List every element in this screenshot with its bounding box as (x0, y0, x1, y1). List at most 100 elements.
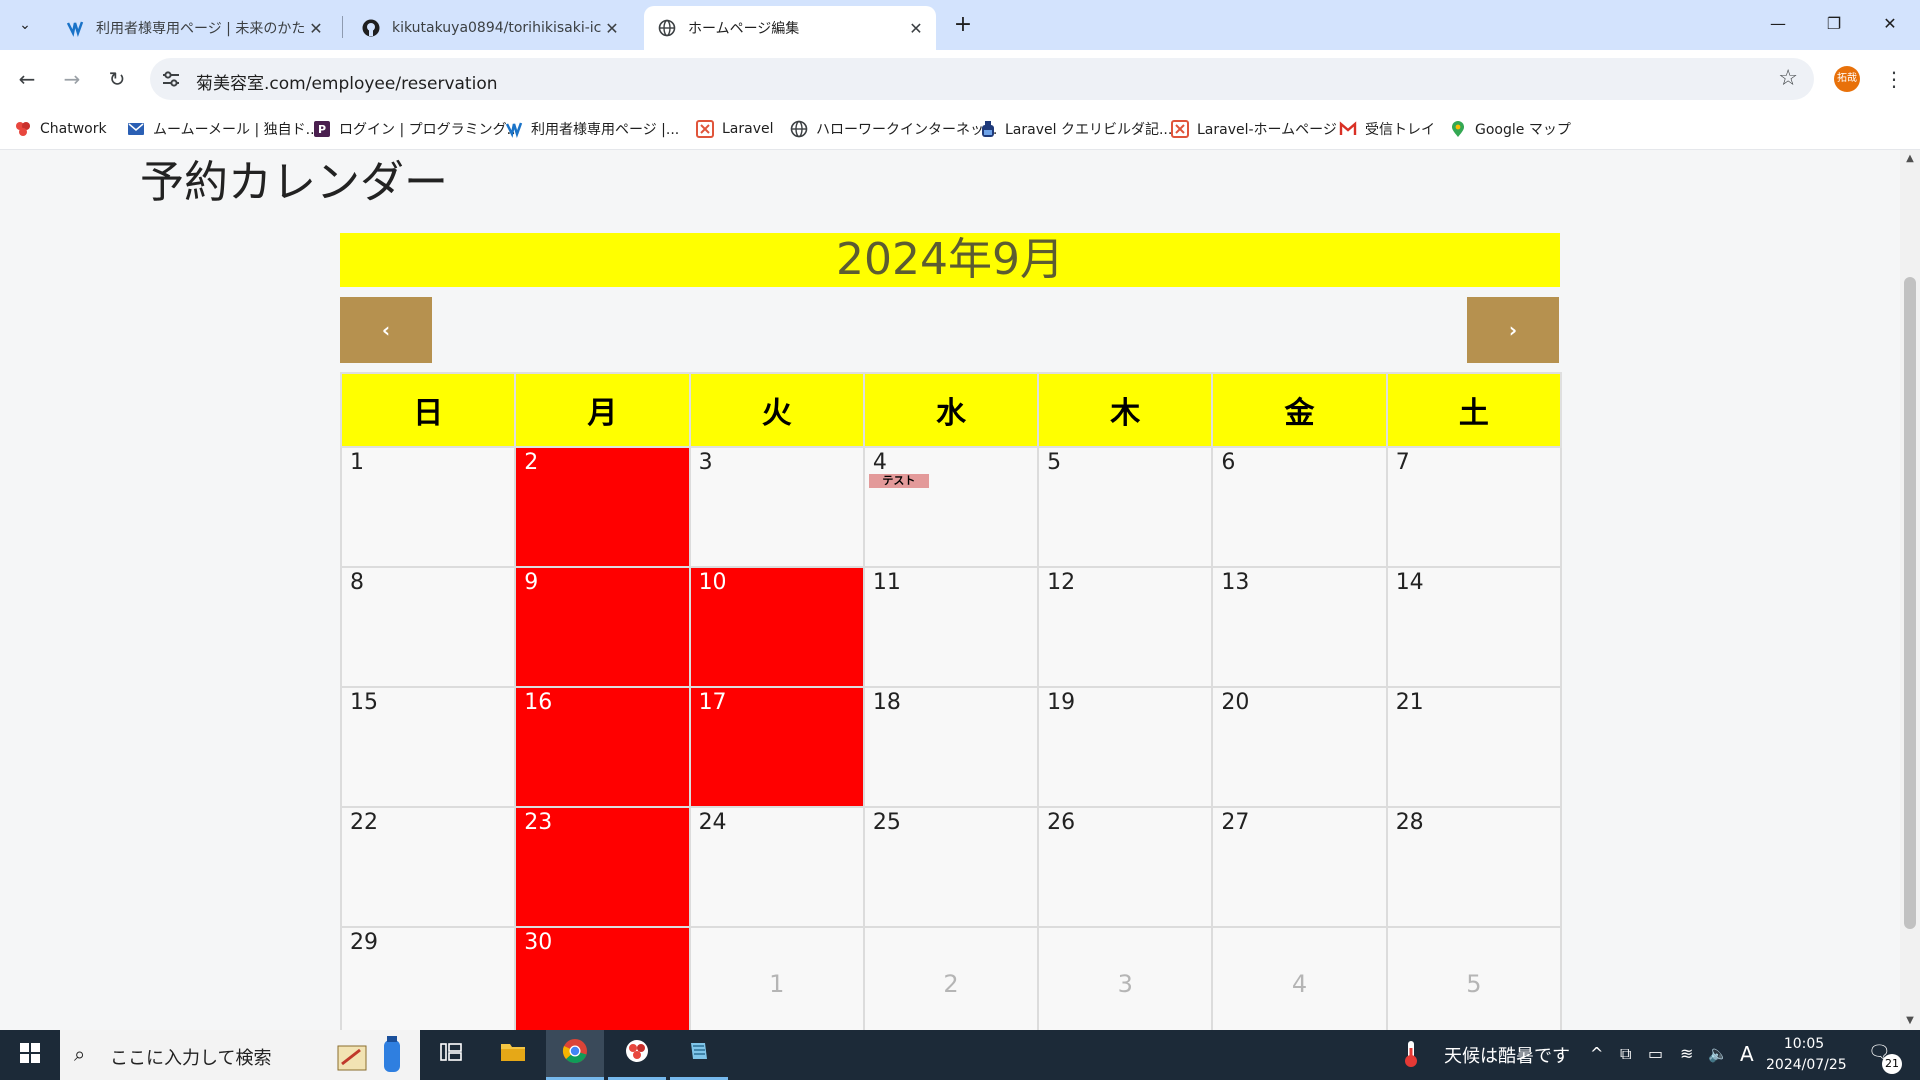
calendar-day-cell[interactable]: 4 テスト (862, 446, 1040, 568)
menu-kebab-icon[interactable]: ⋮ (1880, 62, 1908, 96)
bookmark-hellowork[interactable]: ハローワークインターネッ... (790, 116, 997, 142)
prev-month-button[interactable]: ‹ (340, 297, 432, 363)
calendar-day-cell-closed[interactable]: 23 (514, 806, 691, 928)
calendar-day-cell[interactable]: 1 (339, 446, 517, 568)
bookmark-laravel-query[interactable]: Laravel クエリビルダ記... (979, 116, 1172, 142)
calendar-day-cell-other-month[interactable]: 4 (1211, 926, 1388, 1030)
calendar-day-cell[interactable]: 20 (1211, 686, 1388, 808)
calendar-day-cell[interactable]: 12 (1037, 566, 1214, 688)
calendar-day-cell[interactable]: 22 (339, 806, 517, 928)
calendar-day-cell-closed[interactable]: 16 (514, 686, 691, 808)
calendar-day-cell[interactable]: 13 (1211, 566, 1388, 688)
wifi-icon[interactable]: ≋ (1680, 1044, 1693, 1063)
start-button[interactable] (0, 1030, 60, 1080)
reload-icon: ↻ (108, 67, 126, 91)
restore-button[interactable]: ❐ (1808, 6, 1860, 42)
weather-text[interactable]: 天候は酷暑です (1444, 1042, 1570, 1068)
calendar-day-cell[interactable]: 7 (1385, 446, 1563, 568)
calendar-day-cell[interactable]: 11 (862, 566, 1040, 688)
bookmark-inbox[interactable]: 受信トレイ (1339, 116, 1435, 142)
taskbar-search-box[interactable]: ⌕ ここに入力して検索 (60, 1030, 420, 1080)
day-number: 7 (1395, 450, 1410, 475)
bookmark-laravel-home[interactable]: Laravel-ホームページ (1171, 116, 1337, 142)
calendar-day-cell[interactable]: 26 (1037, 806, 1214, 928)
tab-3-active[interactable]: ホームページ編集 ✕ (644, 6, 936, 50)
ime-indicator[interactable]: A (1740, 1042, 1754, 1066)
forward-button[interactable]: → (55, 62, 89, 96)
day-number: 9 (524, 570, 539, 595)
bookmark-google-maps[interactable]: Google マップ (1449, 116, 1571, 142)
back-button[interactable]: ← (10, 62, 44, 96)
reload-button[interactable]: ↻ (100, 62, 134, 96)
tab-2[interactable]: kikutakuya0894/torihikisaki-ichi ✕ (348, 6, 632, 50)
bookmark-chatwork[interactable]: Chatwork (14, 116, 107, 142)
close-window-button[interactable]: ✕ (1864, 6, 1916, 42)
calendar-day-cell[interactable]: 15 (339, 686, 517, 808)
calendar-day-cell-closed[interactable]: 17 (688, 686, 865, 808)
calendar-day-cell-other-month[interactable]: 5 (1385, 926, 1563, 1030)
close-icon[interactable]: ✕ (906, 19, 926, 38)
chevron-down-icon: ⌄ (19, 17, 31, 33)
bookmark-label: ハローワークインターネッ... (816, 122, 998, 138)
tab-1[interactable]: 利用者様専用ページ | 未来のかたち ✕ (52, 6, 336, 50)
bookmark-mumumail[interactable]: ムームーメール | 独自ド... (127, 116, 319, 142)
calendar-day-cell[interactable]: 25 (862, 806, 1040, 928)
speaker-muted-icon[interactable]: 🔈 (1708, 1044, 1728, 1063)
meet-now-icon[interactable]: ⧉ (1620, 1044, 1631, 1064)
minimize-button[interactable]: — (1752, 6, 1804, 42)
bookmark-label: Chatwork (40, 121, 107, 137)
file-explorer-button[interactable] (484, 1030, 542, 1080)
calendar-day-cell-closed[interactable]: 10 (688, 566, 865, 688)
scroll-up-icon[interactable]: ▲ (1900, 150, 1920, 168)
tab-search-button[interactable]: ⌄ (8, 10, 42, 40)
day-number: 19 (1047, 690, 1076, 715)
profile-avatar[interactable]: 拓哉 (1834, 66, 1860, 92)
bookmark-label: Google マップ (1475, 122, 1571, 138)
bookmark-progate[interactable]: P ログイン | プログラミング... (313, 116, 520, 142)
laravel-icon (696, 120, 714, 138)
show-hidden-icons-chevron-up-icon[interactable]: ^ (1590, 1044, 1603, 1063)
day-number: 30 (524, 930, 553, 955)
calendar-day-cell[interactable]: 21 (1385, 686, 1563, 808)
page-title: 予約カレンダー (140, 157, 448, 208)
scroll-thumb[interactable] (1904, 277, 1916, 929)
chatwork-app-button[interactable] (608, 1030, 666, 1080)
calendar-day-cell-other-month[interactable]: 3 (1037, 926, 1214, 1030)
calendar-day-cell[interactable]: 28 (1385, 806, 1563, 928)
calendar-day-cell[interactable]: 8 (339, 566, 517, 688)
calendar-day-cell-closed[interactable]: 9 (514, 566, 691, 688)
battery-icon[interactable]: ▭ (1648, 1044, 1663, 1063)
calendar-day-cell-closed[interactable]: 2 (514, 446, 691, 568)
calendar-day-cell[interactable]: 14 (1385, 566, 1563, 688)
chrome-button[interactable] (546, 1030, 604, 1080)
calendar-day-cell[interactable]: 3 (688, 446, 865, 568)
calendar-day-cell[interactable]: 5 (1037, 446, 1214, 568)
bookmark-laravel[interactable]: Laravel (696, 116, 774, 142)
calendar-day-cell-other-month[interactable]: 1 (688, 926, 865, 1030)
bookmark-star-icon[interactable]: ☆ (1778, 66, 1798, 91)
calendar-day-cell-other-month[interactable]: 2 (862, 926, 1040, 1030)
calendar-day-cell[interactable]: 19 (1037, 686, 1214, 808)
page-scrollbar[interactable]: ▲ ▼ (1900, 150, 1920, 1030)
scroll-down-icon[interactable]: ▼ (1900, 1012, 1920, 1030)
reservation-event-tag[interactable]: テスト (868, 474, 929, 488)
calendar-day-cell[interactable]: 27 (1211, 806, 1388, 928)
site-info-icon[interactable] (160, 68, 182, 90)
task-view-button[interactable] (422, 1030, 480, 1080)
day-number: 28 (1395, 810, 1424, 835)
calendar-day-cell-closed[interactable]: 30 (514, 926, 691, 1030)
close-icon[interactable]: ✕ (602, 19, 622, 38)
close-icon[interactable]: ✕ (306, 19, 326, 38)
bookmark-user-page[interactable]: 利用者様専用ページ |... (505, 116, 679, 142)
new-tab-button[interactable]: + (948, 10, 978, 40)
calendar-day-cell[interactable]: 29 (339, 926, 517, 1030)
calendar-day-cell[interactable]: 24 (688, 806, 865, 928)
notepad-app-button[interactable] (670, 1030, 728, 1080)
next-month-button[interactable]: › (1467, 297, 1559, 363)
calendar-day-cell[interactable]: 6 (1211, 446, 1388, 568)
day-number: 12 (1047, 570, 1076, 595)
bookmark-label: Laravel (722, 121, 774, 137)
calendar-day-cell[interactable]: 18 (862, 686, 1040, 808)
clock[interactable]: 10:05 2024/07/25 (1766, 1034, 1847, 1076)
address-bar[interactable]: 菊美容室.com/employee/reservation ☆ (150, 58, 1814, 100)
